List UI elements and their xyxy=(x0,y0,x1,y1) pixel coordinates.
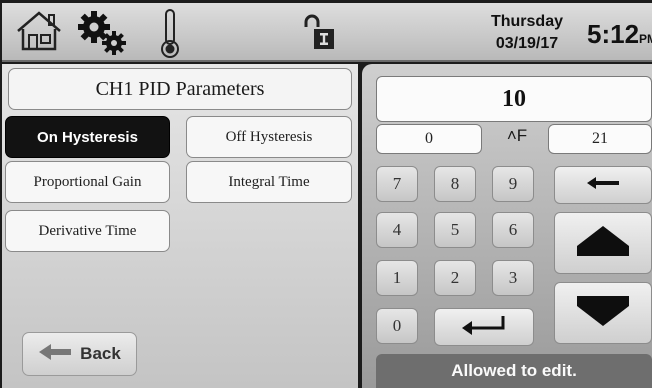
min-value: 0 xyxy=(376,124,482,154)
key-7[interactable]: 7 xyxy=(376,166,418,202)
down-arrow-icon xyxy=(573,294,633,333)
enter-icon xyxy=(459,314,509,341)
back-arrow-icon xyxy=(38,343,72,366)
screen: Thursday 03/19/17 5:12PM CH1 PID Paramet… xyxy=(0,0,652,388)
keypad-panel: 10 0 ˄F 21 7 8 9 4 5 6 1 2 3 0 Allowed t… xyxy=(362,64,652,388)
key-1[interactable]: 1 xyxy=(376,260,418,296)
time-suffix: PM xyxy=(639,32,652,46)
enter-button[interactable] xyxy=(434,308,534,346)
gears-icon[interactable] xyxy=(74,9,132,62)
off-hysteresis-button[interactable]: Off Hysteresis xyxy=(186,116,352,158)
key-8[interactable]: 8 xyxy=(434,166,476,202)
page-title: CH1 PID Parameters xyxy=(8,68,352,110)
date-day: Thursday xyxy=(490,13,563,30)
back-button[interactable]: Back xyxy=(22,332,137,376)
value-display[interactable]: 10 xyxy=(376,76,652,122)
time-value: 5:12 xyxy=(587,19,640,49)
unit-label: ˄F xyxy=(506,126,528,145)
derivative-time-button[interactable]: Derivative Time xyxy=(5,210,170,252)
decrement-button[interactable] xyxy=(554,282,652,344)
increment-button[interactable] xyxy=(554,212,652,274)
backspace-button[interactable] xyxy=(554,166,652,204)
thermometer-icon[interactable] xyxy=(158,7,182,64)
unlock-icon[interactable] xyxy=(299,11,335,62)
on-hysteresis-button[interactable]: On Hysteresis xyxy=(5,116,170,158)
key-5[interactable]: 5 xyxy=(434,212,476,248)
date-value: 03/19/17 xyxy=(495,35,559,52)
integral-time-button[interactable]: Integral Time xyxy=(186,161,352,203)
key-9[interactable]: 9 xyxy=(492,166,534,202)
up-arrow-icon xyxy=(573,224,633,263)
key-0[interactable]: 0 xyxy=(376,308,418,344)
key-6[interactable]: 6 xyxy=(492,212,534,248)
max-value: 21 xyxy=(548,124,652,154)
back-label: Back xyxy=(80,344,121,363)
home-icon[interactable] xyxy=(14,9,64,58)
key-3[interactable]: 3 xyxy=(492,260,534,296)
status-message: Allowed to edit. xyxy=(376,354,652,388)
key-4[interactable]: 4 xyxy=(376,212,418,248)
proportional-gain-button[interactable]: Proportional Gain xyxy=(5,161,170,203)
key-2[interactable]: 2 xyxy=(434,260,476,296)
parameter-panel: CH1 PID Parameters On Hysteresis Off Hys… xyxy=(2,64,358,388)
header-bar: Thursday 03/19/17 5:12PM xyxy=(2,3,652,62)
backspace-arrow-icon xyxy=(585,176,621,195)
clock-time: 5:12PM xyxy=(587,19,652,50)
